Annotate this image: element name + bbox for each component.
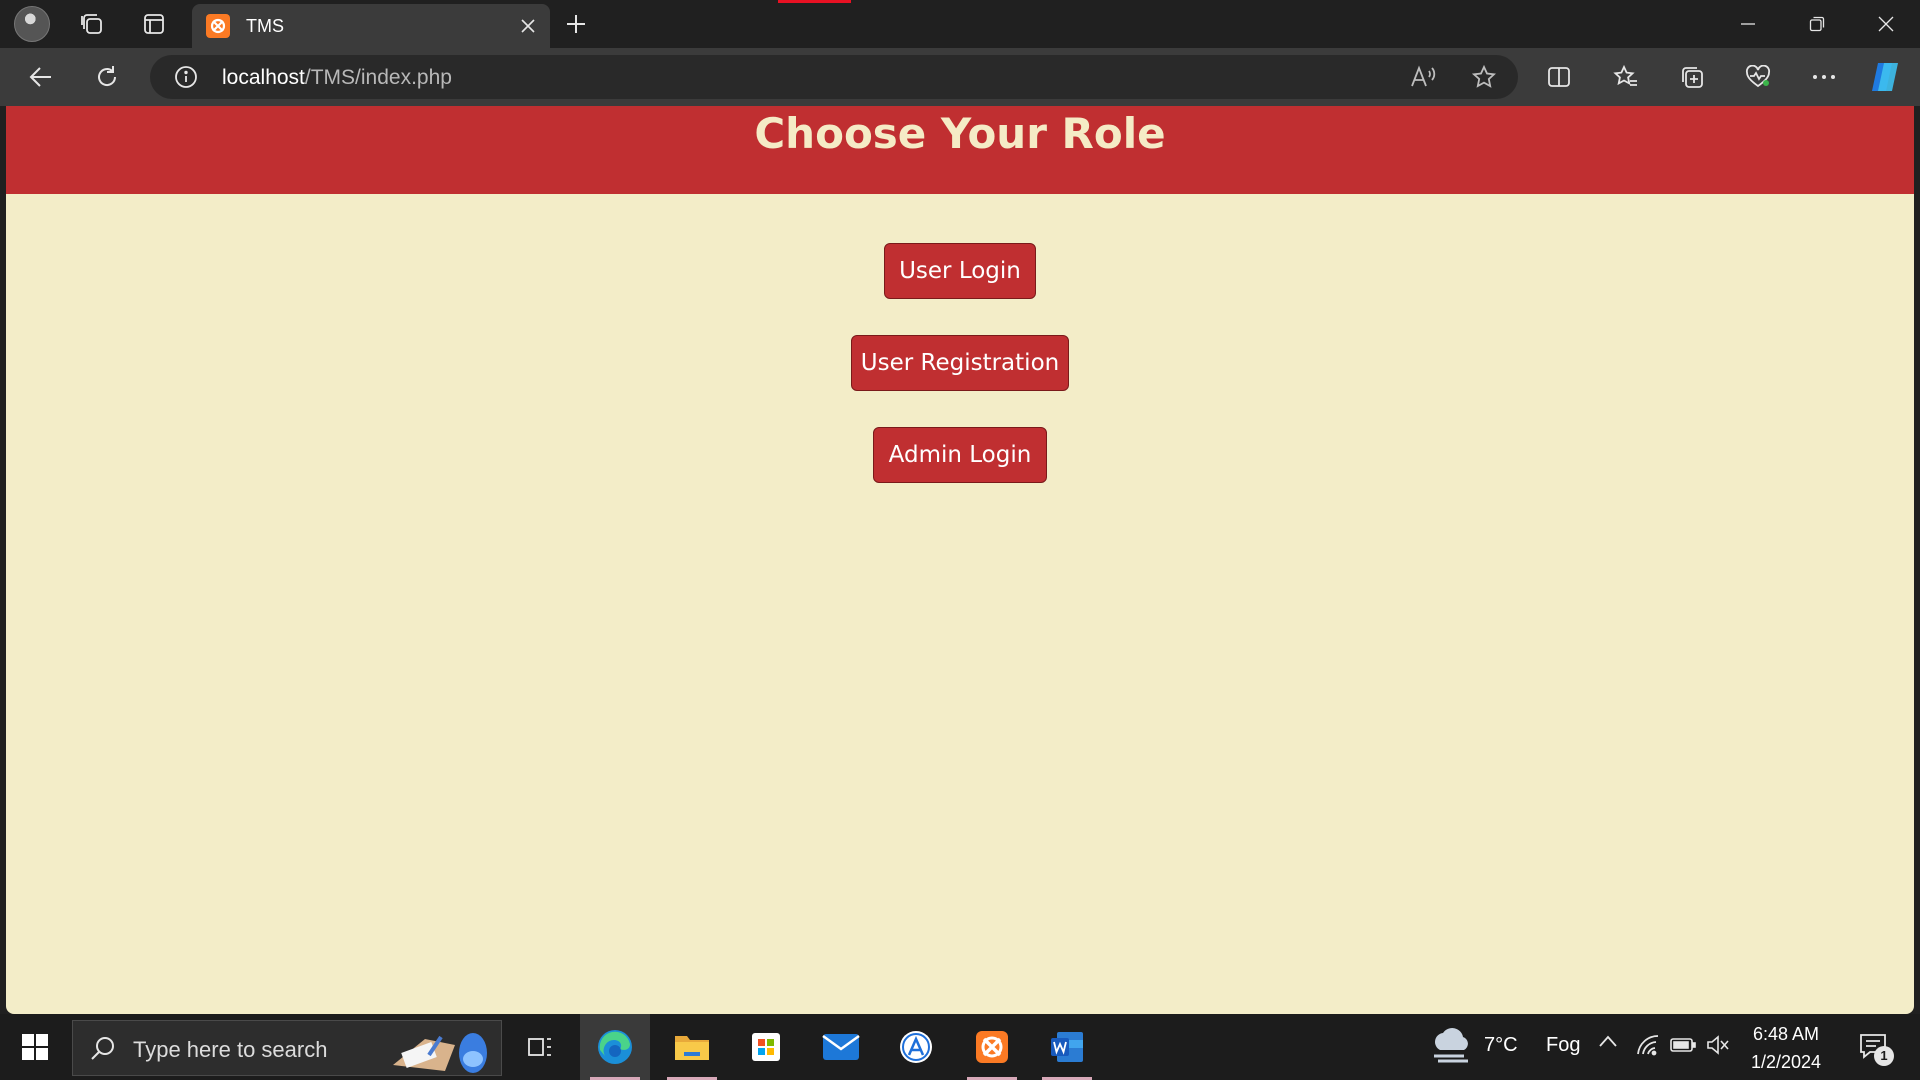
- mail-icon: [822, 1034, 860, 1060]
- close-icon: [521, 19, 535, 33]
- user-registration-button[interactable]: User Registration: [851, 335, 1069, 391]
- profile-button[interactable]: [8, 0, 56, 48]
- new-tab-button[interactable]: [552, 0, 600, 48]
- refresh-icon: [98, 66, 117, 86]
- url-host: localhost: [222, 66, 305, 89]
- xampp-favicon-icon: [206, 14, 230, 38]
- tab-actions-icon: [144, 14, 164, 34]
- collections-button[interactable]: [1670, 55, 1714, 99]
- copilot-icon: [1872, 63, 1898, 91]
- taskbar-mail[interactable]: [806, 1014, 876, 1080]
- taskbar-app-installer[interactable]: [881, 1014, 951, 1080]
- taskbar-word[interactable]: [1032, 1014, 1102, 1080]
- clock-date: 1/2/2024: [1751, 1052, 1822, 1072]
- taskbar-search-box[interactable]: Type here to search: [72, 1020, 502, 1076]
- plus-icon: [567, 15, 585, 33]
- read-aloud-button[interactable]: [1410, 65, 1436, 94]
- read-aloud-icon: [1411, 65, 1436, 87]
- edge-icon: [598, 1030, 632, 1064]
- tab-title: TMS: [246, 15, 284, 36]
- favorite-star-button[interactable]: [1471, 64, 1497, 94]
- tab-highlight-bar: [778, 0, 851, 3]
- battery-button[interactable]: [1670, 1037, 1696, 1058]
- site-info-icon[interactable]: [174, 65, 198, 94]
- word-icon: [1051, 1032, 1083, 1062]
- close-window-button[interactable]: [1852, 0, 1920, 48]
- windows-taskbar: Type here to search 7°C Fog 6:48 AM 1/2/…: [0, 1014, 1920, 1080]
- browser-tab-bar: TMS: [0, 0, 1920, 48]
- favorites-button[interactable]: [1604, 55, 1648, 99]
- browser-essentials-button[interactable]: [1736, 55, 1780, 99]
- url-text[interactable]: localhost/TMS/index.php: [222, 66, 452, 90]
- clock-time: 6:48 AM: [1753, 1024, 1820, 1044]
- browser-toolbar: localhost/TMS/index.php: [0, 48, 1920, 106]
- store-icon: [752, 1033, 780, 1061]
- taskbar-xampp[interactable]: [957, 1014, 1027, 1080]
- search-highlight-illustration-icon: [393, 1033, 487, 1073]
- more-menu-button[interactable]: [1802, 55, 1846, 99]
- avatar: [14, 6, 50, 42]
- fog-cloud-icon: [1434, 1028, 1468, 1063]
- split-screen-icon: [1548, 67, 1570, 87]
- restore-button[interactable]: [1783, 0, 1851, 48]
- tab-tms[interactable]: TMS: [192, 4, 550, 48]
- volume-button[interactable]: [1706, 1034, 1730, 1061]
- task-view-icon: [528, 1038, 551, 1056]
- search-placeholder: Type here to search: [133, 1037, 328, 1062]
- page-header: Choose Your Role: [6, 106, 1914, 194]
- collections-icon: [1682, 67, 1703, 88]
- workspaces-button[interactable]: [68, 0, 116, 48]
- minimize-icon: [1741, 23, 1755, 25]
- tab-close-button[interactable]: [514, 12, 542, 40]
- web-page: Choose Your Role User Login User Registr…: [6, 106, 1914, 1014]
- taskbar-microsoft-store[interactable]: [731, 1014, 801, 1080]
- xampp-icon: [976, 1031, 1008, 1063]
- workspaces-icon: [81, 14, 102, 34]
- search-icon: [91, 1037, 114, 1060]
- taskbar-edge[interactable]: [580, 1014, 650, 1080]
- network-button[interactable]: [1636, 1034, 1660, 1061]
- app-store-icon: [900, 1031, 932, 1063]
- more-icon: [1813, 75, 1835, 79]
- vertical-tabs-button[interactable]: [130, 0, 178, 48]
- minimize-button[interactable]: [1714, 0, 1782, 48]
- close-icon: [1878, 16, 1894, 32]
- split-screen-button[interactable]: [1537, 55, 1581, 99]
- copilot-button[interactable]: [1864, 55, 1908, 99]
- chevron-up-icon: [1599, 1035, 1617, 1047]
- favorites-icon: [1613, 65, 1637, 86]
- start-button[interactable]: [0, 1014, 70, 1080]
- admin-login-button[interactable]: Admin Login: [873, 427, 1047, 483]
- address-bar[interactable]: localhost/TMS/index.php: [150, 55, 1518, 99]
- folder-icon: [675, 1036, 709, 1060]
- notification-badge: 1: [1874, 1046, 1894, 1066]
- battery-icon: [1670, 1038, 1696, 1052]
- show-hidden-icons-button[interactable]: [1598, 1034, 1618, 1053]
- weather-temperature: 7°C: [1484, 1034, 1518, 1056]
- task-view-button[interactable]: [505, 1014, 575, 1080]
- page-title: Choose Your Role: [754, 109, 1166, 158]
- restore-icon: [1809, 16, 1825, 32]
- star-icon: [1471, 64, 1497, 88]
- refresh-button[interactable]: [85, 55, 129, 99]
- url-path: /TMS/index.php: [304, 66, 452, 89]
- volume-muted-icon: [1707, 1035, 1729, 1055]
- back-button[interactable]: [19, 55, 63, 99]
- notification-center-button[interactable]: 1: [1858, 1032, 1894, 1066]
- windows-logo-icon: [22, 1034, 48, 1060]
- wifi-icon: [1637, 1035, 1659, 1056]
- arrow-left-icon: [29, 67, 51, 87]
- taskbar-file-explorer[interactable]: [657, 1014, 727, 1080]
- weather-condition: Fog: [1546, 1034, 1581, 1056]
- user-login-button[interactable]: User Login: [884, 243, 1036, 299]
- heart-pulse-icon: [1746, 65, 1770, 88]
